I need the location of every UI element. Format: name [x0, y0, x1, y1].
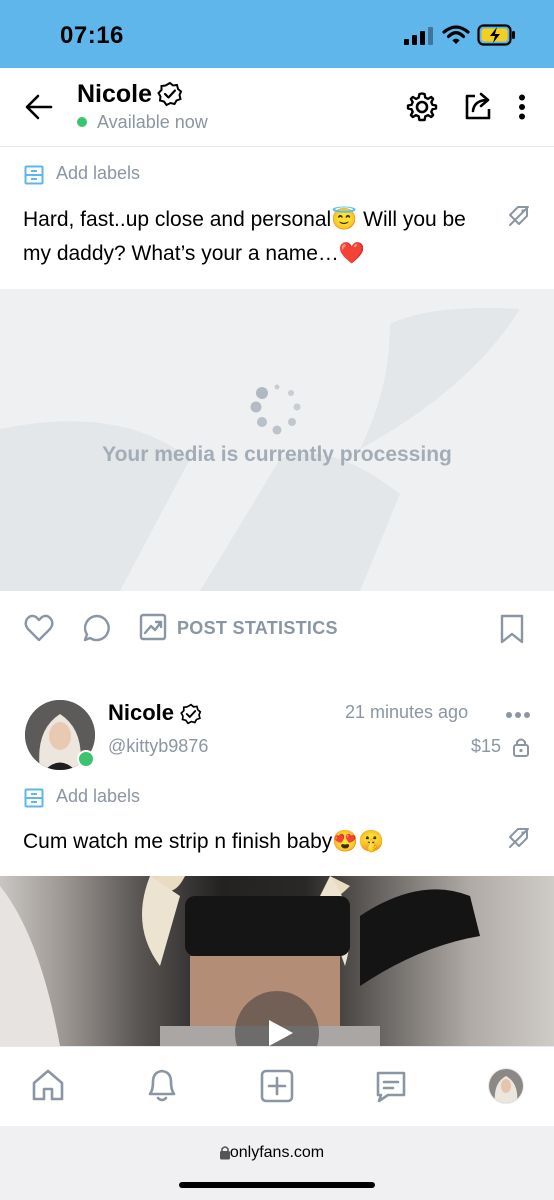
more-horizontal-icon[interactable] [505, 711, 531, 719]
verified-icon [180, 703, 202, 725]
loading-spinner-icon [247, 382, 307, 438]
settings-gear-icon[interactable] [406, 91, 438, 123]
home-icon[interactable] [30, 1067, 66, 1103]
availability-status: Available now [97, 112, 208, 132]
verified-icon [157, 81, 183, 107]
browser-url[interactable]: onlyfans.com [0, 1144, 554, 1162]
header-username[interactable]: Nicole [77, 80, 152, 109]
post-separator [0, 673, 554, 683]
online-status-dot [77, 750, 95, 768]
post-price: $15 [471, 736, 502, 756]
lock-icon [512, 737, 530, 757]
price-tag-off-icon[interactable] [508, 205, 530, 227]
label-tag-icon[interactable] [24, 165, 44, 185]
online-status-dot [77, 117, 87, 127]
post-text: Cum watch me strip n finish baby😍🤫 [23, 830, 385, 853]
media-processing-message: Your media is currently processing [102, 443, 452, 466]
add-labels-link[interactable]: Add labels [56, 163, 140, 184]
status-time: 07:16 [60, 22, 124, 49]
video-preview[interactable] [0, 876, 554, 1046]
bookmark-icon[interactable] [499, 614, 525, 644]
browser-url-bar[interactable] [0, 1126, 554, 1200]
label-tag-icon[interactable] [24, 788, 44, 808]
post-text: Hard, fast..up close and personal😇 Will … [23, 208, 466, 265]
post-statistics-button[interactable]: POST STATISTICS [177, 618, 338, 639]
post-time: 21 minutes ago [345, 702, 469, 722]
notifications-bell-icon[interactable] [144, 1066, 180, 1104]
add-labels-link[interactable]: Add labels [56, 786, 140, 807]
more-vertical-icon[interactable] [517, 94, 527, 120]
post-statistics-icon[interactable] [139, 613, 167, 641]
author-handle[interactable]: @kittyb9876 [108, 736, 208, 757]
battery-charging-icon [477, 24, 517, 46]
add-post-icon[interactable] [259, 1068, 295, 1104]
profile-avatar[interactable] [488, 1068, 524, 1104]
wifi-icon [442, 24, 470, 46]
price-tag-off-icon[interactable] [508, 827, 530, 849]
share-icon[interactable] [462, 90, 494, 122]
cellular-signal-icon [404, 26, 434, 46]
comment-icon[interactable] [82, 613, 112, 643]
play-icon [269, 1020, 293, 1046]
author-name[interactable]: Nicole [108, 700, 174, 726]
home-indicator[interactable] [179, 1182, 375, 1188]
back-arrow-icon[interactable] [24, 92, 54, 122]
messages-icon[interactable] [373, 1068, 409, 1104]
like-heart-icon[interactable] [24, 613, 54, 643]
